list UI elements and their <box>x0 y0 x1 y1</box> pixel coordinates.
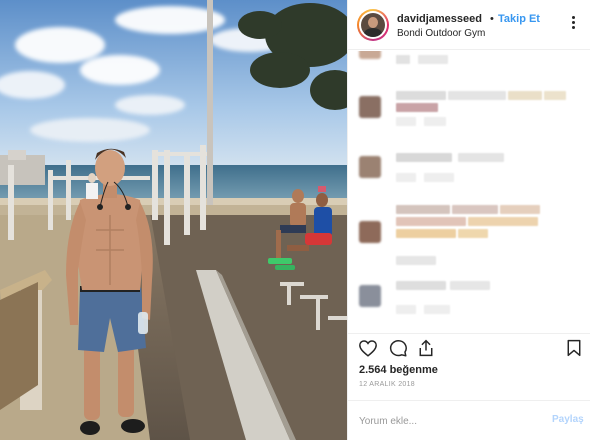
blurred-text <box>544 91 566 100</box>
blurred-text <box>450 281 490 290</box>
comment-icon[interactable] <box>388 339 408 362</box>
post-header: davidjamesseed • Takip Et Bondi Outdoor … <box>348 0 590 50</box>
blurred-text <box>396 55 410 64</box>
blurred-avatar <box>359 51 381 59</box>
action-bar <box>348 333 590 361</box>
list-item <box>348 51 590 69</box>
avatar-border <box>359 11 387 39</box>
blurred-text <box>424 117 446 126</box>
avatar-image <box>361 13 385 37</box>
blurred-text <box>396 281 446 290</box>
blurred-text <box>508 91 542 100</box>
blurred-text <box>396 217 466 226</box>
blurred-text <box>396 305 416 314</box>
blurred-text <box>448 91 506 100</box>
blurred-avatar <box>359 156 381 178</box>
blurred-text <box>396 205 450 214</box>
blurred-avatar <box>359 285 381 307</box>
outdoor-gym-scene <box>0 0 347 440</box>
avatar[interactable] <box>357 9 389 41</box>
blurred-text <box>396 117 416 126</box>
blurred-text <box>396 173 416 182</box>
more-options-icon[interactable] <box>567 16 581 32</box>
blurred-text <box>468 217 538 226</box>
blurred-avatar <box>359 221 381 243</box>
post-photo[interactable] <box>0 0 347 440</box>
blurred-text <box>458 153 504 162</box>
post-comment-button[interactable]: Paylaş <box>552 414 584 425</box>
blurred-text <box>396 256 436 265</box>
comments-list <box>348 51 590 331</box>
bookmark-icon[interactable] <box>566 339 582 362</box>
like-count[interactable]: 2.564 beğenme <box>359 364 438 376</box>
follow-button[interactable]: Takip Et <box>498 13 540 25</box>
blurred-text <box>396 91 446 100</box>
list-item <box>348 279 590 319</box>
post-sidebar: davidjamesseed • Takip Et Bondi Outdoor … <box>347 0 590 440</box>
comment-form: Paylaş <box>348 400 590 440</box>
blurred-text <box>424 305 450 314</box>
post-date[interactable]: 12 ARALIK 2018 <box>359 381 415 388</box>
list-item <box>348 256 590 276</box>
list-item <box>348 151 590 182</box>
comment-input[interactable] <box>359 412 539 430</box>
blurred-text <box>458 229 488 238</box>
username-link[interactable]: davidjamesseed <box>397 13 482 25</box>
separator-dot: • <box>490 13 494 25</box>
heart-icon[interactable] <box>358 339 378 362</box>
blurred-avatar <box>359 96 381 118</box>
blurred-text <box>418 55 448 64</box>
blurred-text <box>396 229 456 238</box>
blurred-text <box>452 205 498 214</box>
instagram-post: davidjamesseed • Takip Et Bondi Outdoor … <box>0 0 590 440</box>
blurred-text <box>424 173 454 182</box>
location-link[interactable]: Bondi Outdoor Gym <box>397 28 485 39</box>
blurred-text <box>396 103 438 112</box>
share-icon[interactable] <box>417 339 435 362</box>
blurred-text <box>500 205 540 214</box>
list-item <box>348 201 590 246</box>
list-item <box>348 91 590 126</box>
blurred-text <box>396 153 452 162</box>
